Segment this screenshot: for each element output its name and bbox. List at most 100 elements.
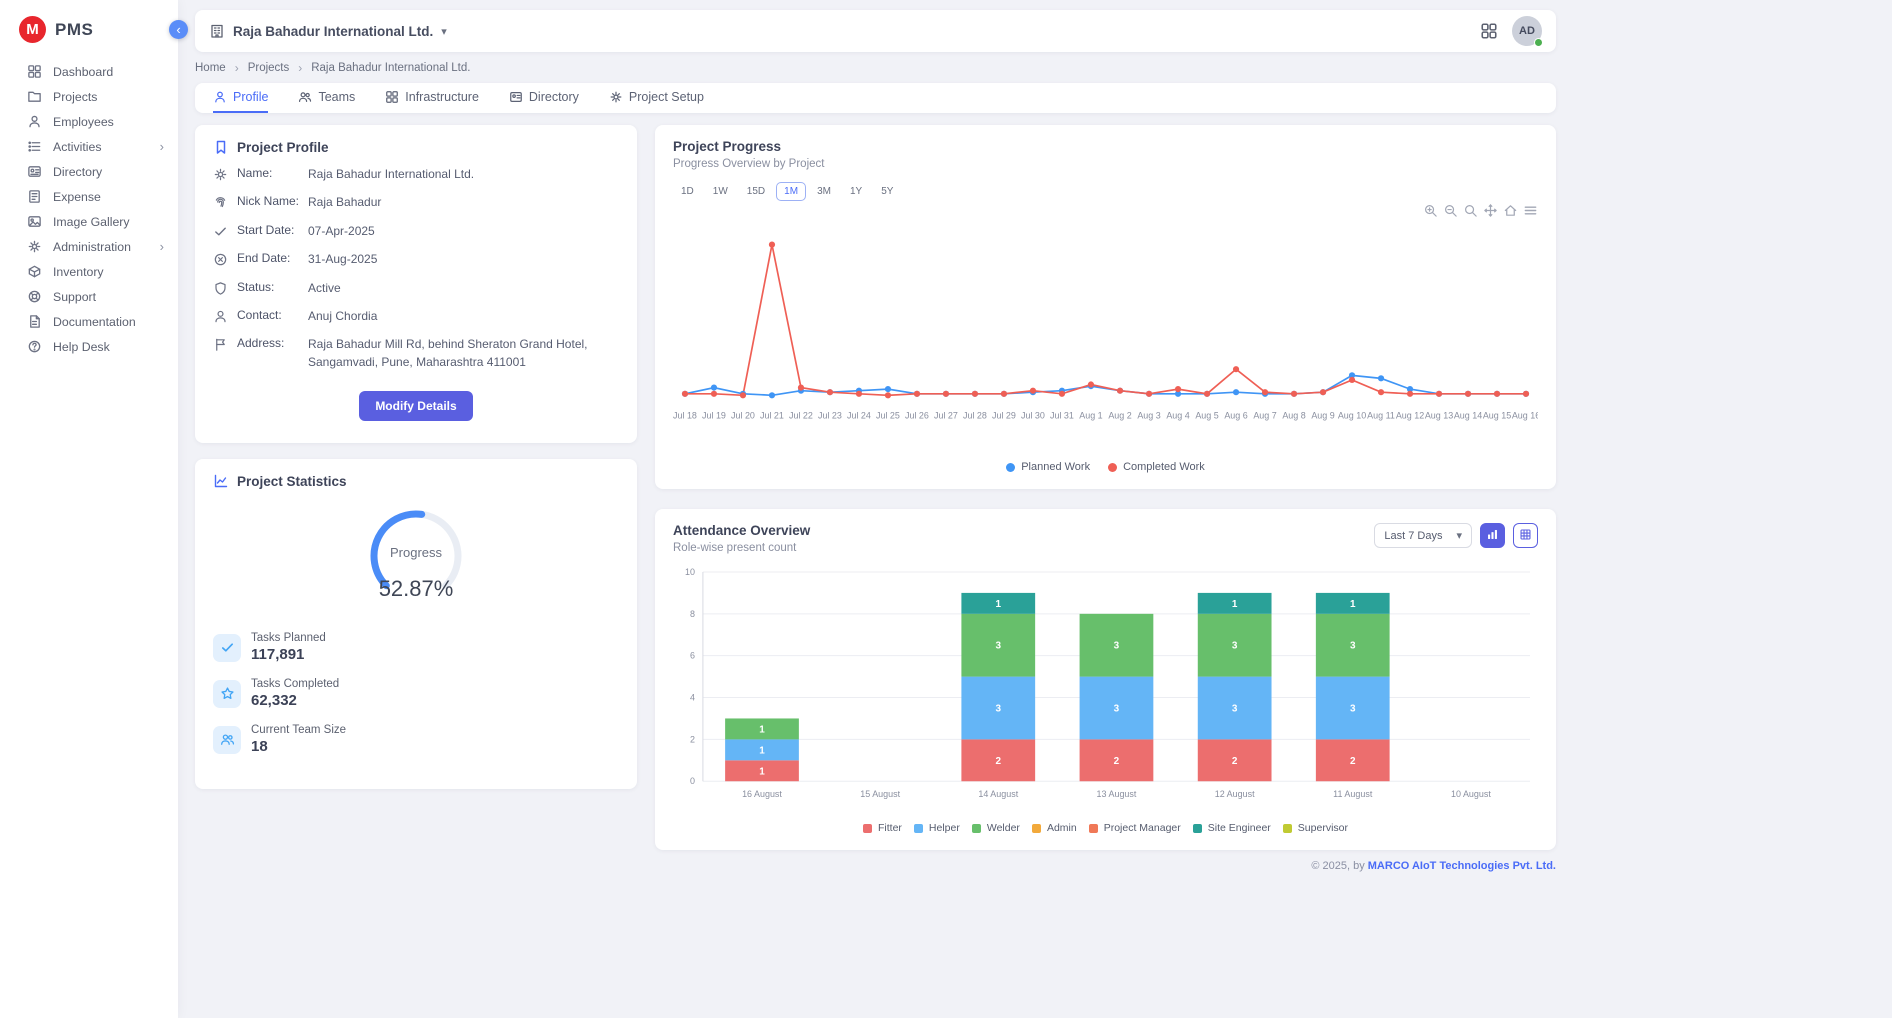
- range-3m-button[interactable]: 3M: [809, 182, 839, 201]
- range-1w-button[interactable]: 1W: [705, 182, 736, 201]
- svg-text:Jul 26: Jul 26: [905, 410, 929, 420]
- sidebar-item-label: Administration: [53, 240, 131, 254]
- modify-details-button[interactable]: Modify Details: [359, 391, 472, 421]
- range-1d-button[interactable]: 1D: [673, 182, 702, 201]
- zoom-out-icon[interactable]: [1443, 203, 1458, 218]
- card-title: Project Progress: [673, 139, 1538, 154]
- range-15d-button[interactable]: 15D: [739, 182, 773, 201]
- sidebar-item-documentation[interactable]: Documentation: [0, 309, 178, 334]
- legend-swatch: [914, 824, 923, 833]
- svg-text:2: 2: [1350, 756, 1356, 767]
- sidebar-item-help-desk[interactable]: Help Desk: [0, 334, 178, 359]
- legend-item[interactable]: Welder: [972, 822, 1020, 834]
- svg-text:2: 2: [996, 756, 1002, 767]
- range-1y-button[interactable]: 1Y: [842, 182, 870, 201]
- apps-grid-button[interactable]: [1480, 22, 1498, 40]
- field-value: Raja Bahadur International Ltd.: [308, 166, 474, 183]
- legend-swatch: [1108, 463, 1117, 472]
- sidebar-item-employees[interactable]: Employees: [0, 109, 178, 134]
- receipt-icon: [27, 189, 42, 204]
- tab-label: Project Setup: [629, 90, 704, 104]
- svg-text:Jul 25: Jul 25: [876, 410, 900, 420]
- breadcrumb-home[interactable]: Home: [195, 62, 226, 74]
- person-icon: [213, 309, 228, 324]
- svg-text:15 August: 15 August: [860, 789, 900, 799]
- sidebar-item-expense[interactable]: Expense: [0, 184, 178, 209]
- tab-project-setup[interactable]: Project Setup: [609, 83, 704, 113]
- legend-item[interactable]: Supervisor: [1283, 822, 1348, 834]
- zoom-icon[interactable]: [1463, 203, 1478, 218]
- svg-text:Aug 8: Aug 8: [1282, 410, 1305, 420]
- sidebar-collapse-button[interactable]: ‹: [169, 20, 188, 39]
- user-avatar[interactable]: AD: [1512, 16, 1542, 46]
- sidebar-item-activities[interactable]: Activities ›: [0, 134, 178, 159]
- sidebar-item-administration[interactable]: Administration ›: [0, 234, 178, 259]
- chevron-right-icon: ›: [160, 140, 164, 153]
- tab-infrastructure[interactable]: Infrastructure: [385, 83, 479, 113]
- legend-swatch: [1089, 824, 1098, 833]
- sidebar-item-directory[interactable]: Directory: [0, 159, 178, 184]
- card-title: Project Profile: [237, 140, 329, 155]
- svg-text:3: 3: [1232, 641, 1238, 652]
- sidebar-item-dashboard[interactable]: Dashboard: [0, 59, 178, 84]
- gauge-value: 52.87%: [213, 576, 619, 602]
- folder-icon: [27, 89, 42, 104]
- home-icon[interactable]: [1503, 203, 1518, 218]
- project-statistics-card: Project Statistics Progress 52.87%: [195, 459, 637, 789]
- svg-text:11 August: 11 August: [1333, 789, 1373, 799]
- list-icon: [27, 139, 42, 154]
- chart-icon: [213, 473, 229, 489]
- sidebar-item-projects[interactable]: Projects: [0, 84, 178, 109]
- legend-item[interactable]: Fitter: [863, 822, 902, 834]
- top-header: Raja Bahadur International Ltd. ▾ AD: [195, 10, 1556, 52]
- app-logo[interactable]: M PMS: [0, 0, 178, 59]
- tab-teams[interactable]: Teams: [298, 83, 355, 113]
- breadcrumb-separator-icon: ›: [298, 61, 302, 75]
- zoom-in-icon[interactable]: [1423, 203, 1438, 218]
- range-1m-button[interactable]: 1M: [776, 182, 806, 201]
- progress-line-chart[interactable]: Jul 18Jul 19Jul 20Jul 21Jul 22Jul 23Jul …: [673, 221, 1538, 457]
- card-subtitle: Progress Overview by Project: [673, 158, 1538, 170]
- gear-icon: [609, 90, 623, 104]
- sidebar-item-label: Dashboard: [53, 65, 113, 79]
- sidebar-item-support[interactable]: Support: [0, 284, 178, 309]
- footer-link[interactable]: MARCO AIoT Technologies Pvt. Ltd.: [1368, 860, 1556, 872]
- building-icon: [209, 23, 225, 39]
- sidebar-item-label: Employees: [53, 115, 114, 129]
- legend-item[interactable]: Planned Work: [1006, 461, 1090, 473]
- page-footer: © 2025, by MARCO AIoT Technologies Pvt. …: [195, 860, 1556, 886]
- field-value: Anuj Chordia: [308, 308, 377, 325]
- person-icon: [213, 90, 227, 104]
- svg-text:8: 8: [690, 609, 695, 619]
- breadcrumb-projects[interactable]: Projects: [248, 62, 290, 74]
- table-view-button[interactable]: [1513, 523, 1538, 548]
- menu-icon[interactable]: [1523, 203, 1538, 218]
- svg-text:Jul 23: Jul 23: [818, 410, 842, 420]
- legend-item[interactable]: Admin: [1032, 822, 1077, 834]
- legend-item[interactable]: Site Engineer: [1193, 822, 1271, 834]
- svg-text:1: 1: [759, 746, 765, 757]
- legend-item[interactable]: Completed Work: [1108, 461, 1205, 473]
- company-selector[interactable]: Raja Bahadur International Ltd. ▾: [209, 23, 447, 39]
- field-label: End Date:: [237, 251, 299, 265]
- svg-text:Jul 21: Jul 21: [760, 410, 784, 420]
- sidebar-item-inventory[interactable]: Inventory: [0, 259, 178, 284]
- pan-icon[interactable]: [1483, 203, 1498, 218]
- svg-text:16 August: 16 August: [742, 789, 782, 799]
- date-range-select[interactable]: Last 7 Days ▾: [1374, 523, 1472, 548]
- app-name: PMS: [55, 20, 93, 40]
- chart-view-button[interactable]: [1480, 523, 1505, 548]
- tab-profile[interactable]: Profile: [213, 83, 268, 113]
- field-value: Active: [308, 280, 341, 297]
- range-5y-button[interactable]: 5Y: [873, 182, 901, 201]
- gear-icon: [27, 239, 42, 254]
- legend-item[interactable]: Project Manager: [1089, 822, 1181, 834]
- card-title: Project Statistics: [237, 474, 347, 489]
- attendance-bar-chart[interactable]: 024681011116 August15 August233114 Augus…: [673, 564, 1538, 820]
- tab-directory[interactable]: Directory: [509, 83, 579, 113]
- legend-item[interactable]: Helper: [914, 822, 960, 834]
- sidebar-item-image-gallery[interactable]: Image Gallery: [0, 209, 178, 234]
- svg-text:3: 3: [996, 641, 1002, 652]
- breadcrumb-current: Raja Bahadur International Ltd.: [311, 62, 470, 74]
- svg-text:1: 1: [759, 766, 765, 777]
